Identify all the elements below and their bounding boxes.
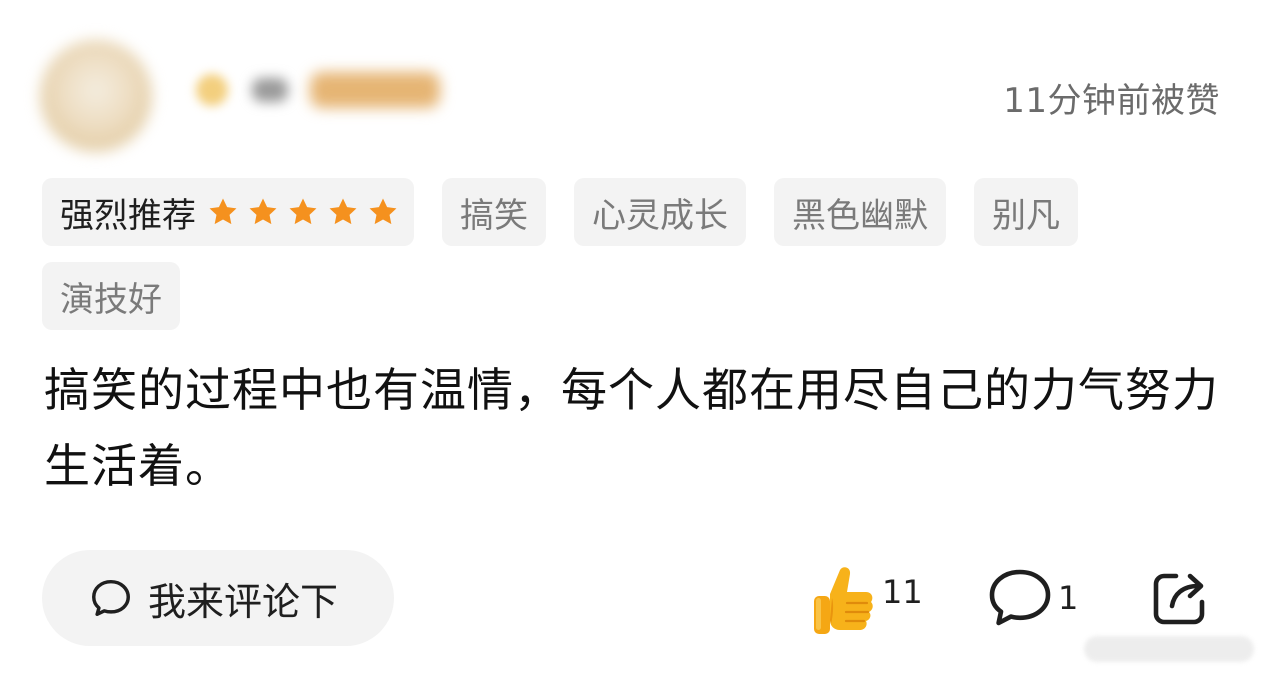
rating-stars — [206, 195, 400, 229]
reply-button[interactable]: 1 — [986, 566, 1078, 630]
reply-count: 1 — [1058, 579, 1079, 617]
star-icon — [366, 195, 400, 229]
share-icon — [1150, 566, 1212, 628]
rating-label: 强烈推荐 — [60, 195, 196, 236]
tag-item[interactable]: 搞笑 — [442, 178, 546, 246]
star-icon — [206, 195, 240, 229]
tag-item[interactable]: 别凡 — [974, 178, 1078, 246]
tag-list: 强烈推荐 搞笑 心灵成长 黑色幽默 别凡 演技好 — [42, 178, 1222, 330]
comment-text: 搞笑的过程中也有温情，每个人都在用尽自己的力气努力生活着。 — [44, 363, 1219, 493]
home-indicator-blurred — [1084, 636, 1254, 662]
liked-time: 11分钟前被赞 — [1003, 81, 1220, 121]
write-comment-button[interactable]: 我来评论下 — [42, 550, 394, 646]
thumbs-up-icon — [810, 564, 876, 640]
star-icon — [326, 195, 360, 229]
tag-item[interactable]: 心灵成长 — [574, 178, 746, 246]
review-card: 11分钟前被赞 强烈推荐 搞笑 心灵成长 黑色幽默 别凡 演技好 搞笑的过程中也… — [0, 0, 1264, 681]
reply-bubble-icon — [986, 566, 1054, 630]
tag-item[interactable]: 黑色幽默 — [774, 178, 946, 246]
speech-bubble-icon — [88, 575, 134, 621]
star-icon — [286, 195, 320, 229]
share-button[interactable] — [1150, 566, 1212, 628]
star-icon — [246, 195, 280, 229]
like-count: 11 — [882, 573, 923, 611]
tag-item[interactable]: 演技好 — [42, 262, 180, 330]
write-comment-label: 我来评论下 — [148, 579, 339, 624]
like-button[interactable]: 11 — [810, 564, 923, 640]
rating-tag: 强烈推荐 — [42, 178, 414, 246]
avatar[interactable] — [40, 40, 152, 152]
user-name-blurred[interactable] — [190, 62, 450, 114]
